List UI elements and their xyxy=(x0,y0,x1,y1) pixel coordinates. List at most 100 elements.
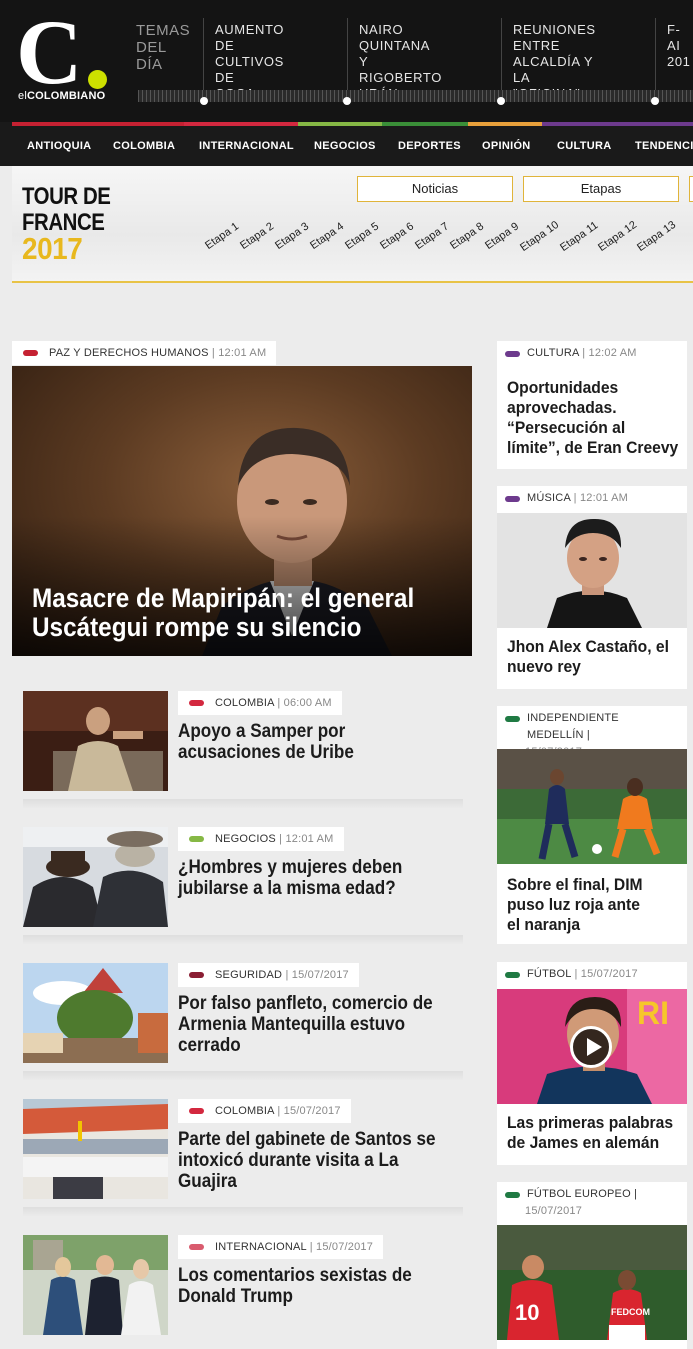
card-category-tag[interactable]: CULTURA | 12:02 AM xyxy=(497,341,687,362)
article-thumbnail[interactable] xyxy=(23,1099,168,1199)
nav-color-segment xyxy=(620,122,693,126)
etapa-link[interactable]: Etapa 7 xyxy=(413,220,451,252)
etapa-link[interactable]: Etapa 12 xyxy=(596,219,639,254)
etapa-link[interactable]: Etapa 4 xyxy=(308,220,346,252)
category-pill xyxy=(189,1108,204,1114)
topic-divider xyxy=(203,18,204,90)
article-category-tag[interactable]: NEGOCIOS | 12:01 AM xyxy=(178,827,344,851)
tour-etapas-button[interactable]: Etapas xyxy=(523,176,679,202)
nav-item-negocios[interactable]: NEGOCIOS xyxy=(314,140,376,152)
nav-item-opinion[interactable]: OPINIÓN xyxy=(482,140,531,152)
article-title[interactable]: ¿Hombres y mujeres deben jubilarse a la … xyxy=(178,857,448,899)
etapa-link[interactable]: Etapa 5 xyxy=(343,220,381,252)
feature-article[interactable]: Masacre de Mapiripán: el general Uscáteg… xyxy=(12,366,472,656)
article-title[interactable]: Los comentarios sexistas de Donald Trump xyxy=(178,1265,448,1307)
category-pill xyxy=(189,972,204,978)
topics-timeline xyxy=(138,90,693,102)
article-thumbnail[interactable] xyxy=(23,1235,168,1335)
article-thumbnail[interactable] xyxy=(23,963,168,1063)
etapa-link[interactable]: Etapa 1 xyxy=(203,220,241,252)
card-category-tag[interactable]: MÚSICA | 12:01 AM xyxy=(497,486,687,507)
list-item[interactable]: NEGOCIOS | 12:01 AM ¿Hombres y mujeres d… xyxy=(23,827,483,959)
etapa-link[interactable]: Etapa 13 xyxy=(635,219,678,254)
nav-color-segment xyxy=(298,122,382,126)
etapa-link[interactable]: Etapa 11 xyxy=(558,219,600,254)
timeline-dot[interactable] xyxy=(200,97,208,105)
side-card[interactable]: INDEPENDIENTE MEDELLÍN |15/07/2017 Sobre… xyxy=(497,706,687,944)
card-title[interactable]: Oportunidades aprovechadas. “Persecución… xyxy=(507,378,682,458)
feature-category-tag[interactable]: PAZ Y DERECHOS HUMANOS | 12:01 AM xyxy=(12,341,277,365)
card-title[interactable]: Las primeras palabras de James en alemán xyxy=(507,1113,682,1153)
site-header: C elCOLOMBIANO TEMAS DEL DÍA AUMENTO DE … xyxy=(0,0,693,122)
etapa-link[interactable]: Etapa 6 xyxy=(378,220,416,252)
article-category-tag[interactable]: SEGURIDAD | 15/07/2017 xyxy=(178,963,359,987)
category-pill xyxy=(505,716,520,722)
tour-logo[interactable]: TOUR DE FRANCE 2017 xyxy=(22,184,126,265)
etapa-link[interactable]: Etapa 3 xyxy=(273,220,311,252)
etapa-link[interactable]: Etapa 2 xyxy=(238,220,276,252)
category-pill xyxy=(505,351,520,357)
tour-banner: TOUR DE FRANCE 2017 Noticias Etapas Etap… xyxy=(12,166,693,283)
list-item[interactable]: COLOMBIA | 15/07/2017 Parte del gabinete… xyxy=(23,1099,483,1231)
topics-label: TEMAS DEL DÍA xyxy=(136,22,191,73)
card-category-tag[interactable]: FÚTBOL EUROPEO | 15/07/2017 xyxy=(497,1182,667,1220)
card-title[interactable]: Jhon Alex Castaño, el nuevo rey xyxy=(507,637,682,677)
card-image[interactable]: 10 FEDCOM xyxy=(497,1225,687,1340)
article-category-tag[interactable]: INTERNACIONAL | 15/07/2017 xyxy=(178,1235,384,1259)
article-thumbnail[interactable] xyxy=(23,691,168,791)
side-card[interactable]: FÚTBOL | 15/07/2017 RI Las primeras pala… xyxy=(497,962,687,1165)
category-pill xyxy=(505,972,520,978)
divider xyxy=(23,1207,463,1217)
card-image[interactable] xyxy=(497,513,687,628)
category-pill xyxy=(505,496,520,502)
timeline-dot[interactable] xyxy=(343,97,351,105)
nav-color-segment xyxy=(98,122,184,126)
nav-item-deportes[interactable]: DEPORTES xyxy=(398,140,461,152)
topic-item[interactable]: F-AI 201 xyxy=(667,22,691,70)
article-category-tag[interactable]: COLOMBIA | 15/07/2017 xyxy=(178,1099,351,1123)
nav-item-antioquia[interactable]: ANTIOQUIA xyxy=(27,140,91,152)
main-nav: ANTIOQUIA COLOMBIA INTERNACIONAL NEGOCIO… xyxy=(0,122,693,166)
list-item[interactable]: INTERNACIONAL | 15/07/2017 Los comentari… xyxy=(23,1235,483,1349)
card-title[interactable]: Sobre el final, DIM puso luz roja ante e… xyxy=(507,875,654,935)
category-pill xyxy=(505,1192,520,1198)
play-icon[interactable] xyxy=(570,1026,612,1068)
site-logo[interactable]: C elCOLOMBIANO xyxy=(14,6,114,104)
article-title[interactable]: Apoyo a Samper por acusaciones de Uribe xyxy=(178,721,448,763)
nav-item-tendencias[interactable]: TENDENCIA xyxy=(635,140,693,152)
svg-text:RI: RI xyxy=(637,995,669,1031)
timeline-dot[interactable] xyxy=(497,97,505,105)
divider xyxy=(23,799,463,809)
article-thumbnail[interactable] xyxy=(23,827,168,927)
svg-text:10: 10 xyxy=(515,1300,539,1325)
list-item[interactable]: SEGURIDAD | 15/07/2017 Por falso panflet… xyxy=(23,963,483,1095)
feature-title[interactable]: Masacre de Mapiripán: el general Uscáteg… xyxy=(32,584,414,642)
nav-color-segment xyxy=(382,122,468,126)
nav-color-segment xyxy=(468,122,542,126)
card-category-tag[interactable]: FÚTBOL | 15/07/2017 xyxy=(497,962,687,983)
category-pill xyxy=(189,836,204,842)
timeline-dot[interactable] xyxy=(651,97,659,105)
side-card[interactable]: MÚSICA | 12:01 AM Jhon Alex Castaño, el … xyxy=(497,486,687,689)
etapa-link[interactable]: Etapa 9 xyxy=(483,220,521,252)
logo-letter: C xyxy=(16,1,83,103)
nav-color-segment xyxy=(184,122,298,126)
tour-noticias-button[interactable]: Noticias xyxy=(357,176,513,202)
side-card[interactable]: CULTURA | 12:02 AM Oportunidades aprovec… xyxy=(497,341,687,469)
etapa-link[interactable]: Etapa 8 xyxy=(448,220,486,252)
list-item[interactable]: COLOMBIA | 06:00 AM Apoyo a Samper por a… xyxy=(23,691,483,823)
category-pill xyxy=(189,1244,204,1250)
article-title[interactable]: Parte del gabinete de Santos se intoxicó… xyxy=(178,1129,448,1192)
article-title[interactable]: Por falso panfleto, comercio de Armenia … xyxy=(178,993,448,1056)
article-category-tag[interactable]: COLOMBIA | 06:00 AM xyxy=(178,691,342,715)
nav-item-colombia[interactable]: COLOMBIA xyxy=(113,140,175,152)
card-image[interactable] xyxy=(497,749,687,864)
etapa-link[interactable]: Etapa 10 xyxy=(518,219,561,254)
nav-color-segment xyxy=(12,122,98,126)
nav-item-cultura[interactable]: CULTURA xyxy=(557,140,611,152)
logo-dot xyxy=(88,70,107,89)
nav-item-internacional[interactable]: INTERNACIONAL xyxy=(199,140,294,152)
divider xyxy=(23,935,463,945)
tour-more-button[interactable] xyxy=(689,176,693,202)
side-card[interactable]: FÚTBOL EUROPEO | 15/07/2017 10 FEDCOM xyxy=(497,1182,687,1349)
